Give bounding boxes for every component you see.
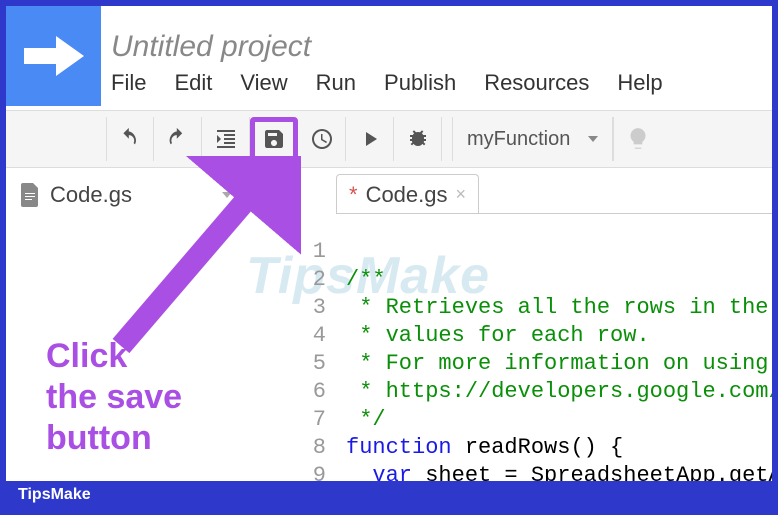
tab-label: Code.gs <box>366 182 448 208</box>
modified-indicator: * <box>349 182 358 208</box>
footer-credit: TipsMake <box>6 481 772 509</box>
caret-down-icon <box>588 136 598 142</box>
run-button[interactable] <box>346 117 394 161</box>
toolbar: myFunction <box>6 110 772 168</box>
bug-icon <box>406 127 430 151</box>
undo-icon <box>118 127 142 151</box>
function-select-label: myFunction <box>467 128 570 151</box>
code-line: * https://developers.google.com/ap <box>346 379 778 404</box>
code-line: /** <box>346 267 386 292</box>
indent-button[interactable] <box>202 117 250 161</box>
line-number: 5 <box>276 350 326 378</box>
code-editor[interactable]: /** * Retrieves all the rows in the ac *… <box>346 238 778 515</box>
menu-file[interactable]: File <box>111 70 146 96</box>
redo-icon <box>166 127 190 151</box>
line-number: 8 <box>276 434 326 462</box>
function-select[interactable]: myFunction <box>452 117 613 161</box>
code-line: * Retrieves all the rows in the ac <box>346 295 778 320</box>
blue-arrow-banner <box>6 6 101 106</box>
menu-run[interactable]: Run <box>316 70 356 96</box>
menu-help[interactable]: Help <box>617 70 662 96</box>
code-line: */ <box>346 407 386 432</box>
code-line: * values for each row. <box>346 323 650 348</box>
line-number: 1 <box>276 238 326 266</box>
app-frame: Untitled project File Edit View Run Publ… <box>0 0 778 515</box>
clock-icon <box>310 127 334 151</box>
line-number: 7 <box>276 406 326 434</box>
menu-view[interactable]: View <box>240 70 287 96</box>
file-select[interactable]: Code.gs <box>20 182 232 208</box>
project-title[interactable]: Untitled project <box>111 30 311 64</box>
close-tab-icon[interactable]: × <box>456 184 467 205</box>
annotation-text: Click the save button <box>46 336 182 458</box>
menu-publish[interactable]: Publish <box>384 70 456 96</box>
menu-resources[interactable]: Resources <box>484 70 589 96</box>
annotation-line: the save <box>46 377 182 418</box>
indent-icon <box>214 127 238 151</box>
line-gutter: 1 2 3 4 5 6 7 8 9 <box>276 238 326 490</box>
undo-button[interactable] <box>106 117 154 161</box>
caret-down-icon <box>222 192 232 198</box>
redo-button[interactable] <box>154 117 202 161</box>
play-icon <box>358 127 382 151</box>
lightbulb-icon <box>625 126 651 152</box>
annotation-line: Click <box>46 336 182 377</box>
editor-tab[interactable]: * Code.gs × <box>336 174 479 214</box>
line-number: 2 <box>276 266 326 294</box>
file-select-label: Code.gs <box>50 182 132 208</box>
menu-edit[interactable]: Edit <box>174 70 212 96</box>
save-button[interactable] <box>250 117 298 161</box>
code-line: function readRows() { <box>346 435 623 460</box>
line-number: 3 <box>276 294 326 322</box>
line-number: 4 <box>276 322 326 350</box>
save-icon <box>262 127 286 151</box>
line-number: 6 <box>276 378 326 406</box>
lightbulb-button[interactable] <box>613 117 661 161</box>
file-icon <box>20 183 40 207</box>
menu-bar: File Edit View Run Publish Resources Hel… <box>111 70 663 96</box>
divider <box>336 213 772 214</box>
code-line: * For more information on using th <box>346 351 778 376</box>
debug-button[interactable] <box>394 117 442 161</box>
triggers-button[interactable] <box>298 117 346 161</box>
arrow-right-icon <box>24 36 84 76</box>
annotation-line: button <box>46 418 182 459</box>
